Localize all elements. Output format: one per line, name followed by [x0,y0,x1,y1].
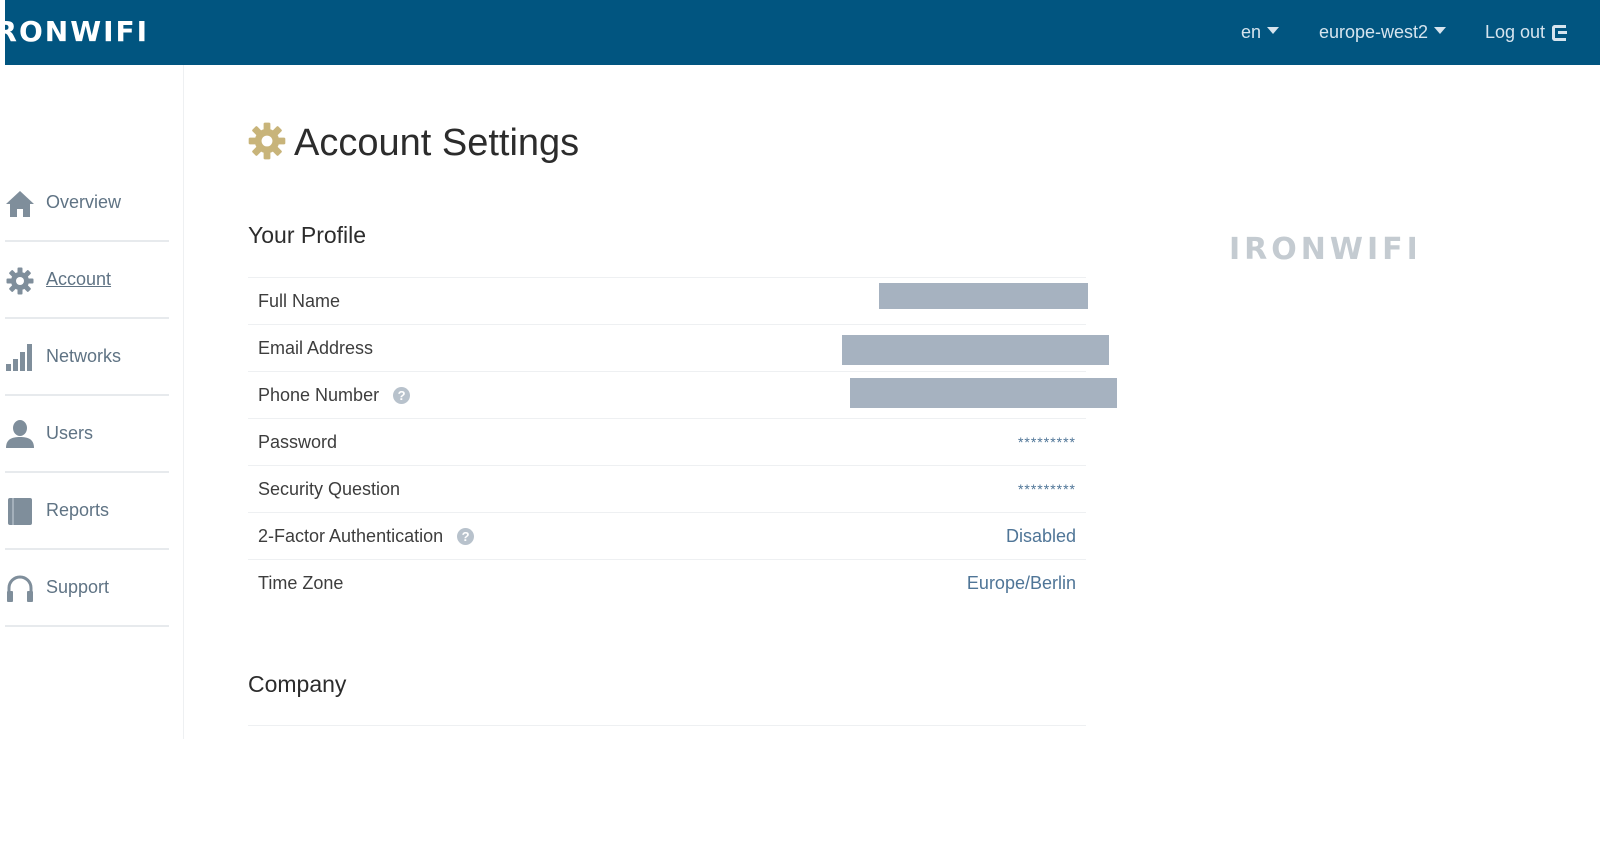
signal-bars-icon [5,342,35,372]
sidebar: Overview Account Networks Users Reports … [0,65,184,739]
row-value[interactable]: ********* [1018,434,1076,450]
sidebar-item-users[interactable]: Users [5,396,169,473]
headphones-icon [5,573,35,603]
brand-logo-text: IRONWIFI [5,15,150,48]
page-title: Account Settings [248,122,579,165]
profile-table: Full Name Email Address Phone Number ? P… [248,277,1086,606]
region-dropdown[interactable]: europe-west2 [1319,0,1447,65]
sidebar-item-label: Users [46,423,94,443]
sidebar-item-networks[interactable]: Networks [5,319,169,396]
row-label: Security Question [258,478,401,499]
row-label: Full Name [258,290,341,311]
row-label-wrap: Phone Number ? [258,384,411,406]
language-dropdown[interactable]: en [1241,0,1280,65]
page-title-text: Account Settings [294,122,580,164]
profile-row-password[interactable]: Password ********* [248,418,1086,465]
watermark-logo: IRONWIFI [1229,232,1422,267]
help-icon[interactable]: ? [393,386,411,404]
book-icon [5,496,35,526]
logout-icon [1552,24,1568,41]
sidebar-item-label: Networks [46,346,122,366]
sidebar-item-account[interactable]: Account [5,242,169,319]
row-label: 2-Factor Authentication [258,525,444,546]
sidebar-item-overview[interactable]: Overview [5,165,169,242]
brand-logo[interactable]: IRONWIFI [5,13,175,49]
row-value[interactable]: Europe/Berlin [967,573,1076,594]
language-label: en [1241,22,1262,42]
help-icon[interactable]: ? [457,527,475,545]
sidebar-item-label: Support [46,577,110,597]
section-title-profile: Your Profile [248,222,367,248]
sidebar-item-label: Account [46,269,112,289]
top-navbar: IRONWIFI en europe-west2 Log out [5,0,1600,65]
row-value[interactable]: ********* [1018,481,1076,497]
section-title-company: Company [248,671,347,697]
sidebar-item-label: Overview [46,192,122,212]
sidebar-item-reports[interactable]: Reports [5,473,169,550]
row-label: Time Zone [258,572,344,593]
sidebar-item-label: Reports [46,500,110,520]
row-label: Password [258,431,338,452]
profile-row-2fa[interactable]: 2-Factor Authentication ? Disabled [248,512,1086,559]
profile-row-timezone[interactable]: Time Zone Europe/Berlin [248,559,1086,606]
chevron-down-icon [1267,27,1280,34]
row-label-wrap: 2-Factor Authentication ? [258,525,475,547]
user-icon [5,419,35,449]
profile-row-security-question[interactable]: Security Question ********* [248,465,1086,512]
row-label: Phone Number [258,384,380,405]
chevron-down-icon [1434,27,1447,34]
redacted-phone [850,378,1117,408]
divider [248,725,1086,726]
row-value[interactable]: Disabled [1006,526,1076,547]
sidebar-item-support[interactable]: Support [5,550,169,627]
redacted-full-name [879,283,1088,309]
logout-button[interactable]: Log out [1485,0,1568,65]
logout-label: Log out [1485,22,1546,42]
gear-icon [248,122,286,165]
redacted-email [842,335,1109,365]
region-label: europe-west2 [1319,22,1429,42]
row-label: Email Address [258,337,374,358]
home-icon [5,188,35,218]
gear-icon [5,265,35,295]
